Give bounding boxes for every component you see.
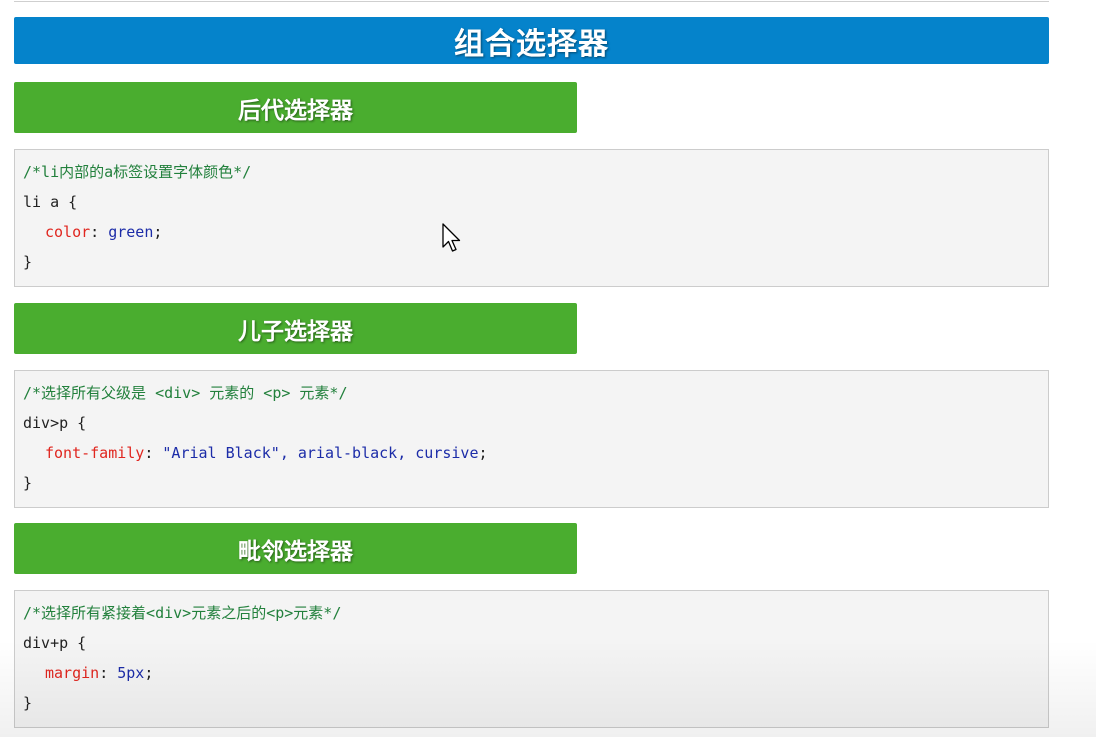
code-value: 5px <box>117 664 145 682</box>
code-property: color <box>45 223 91 241</box>
section-title-adjacent: 毗邻选择器 <box>14 523 577 574</box>
code-semicolon: ; <box>478 444 488 462</box>
code-comment: /*li内部的a标签设置字体颜色*/ <box>23 163 252 181</box>
main-title: 组合选择器 <box>14 17 1049 64</box>
code-value-rest: , arial-black, cursive <box>279 444 479 462</box>
code-property: margin <box>45 664 100 682</box>
code-close-brace: } <box>23 253 33 271</box>
code-selector: div>p { <box>23 414 87 432</box>
code-semicolon: ; <box>144 664 154 682</box>
code-declaration: margin: 5px; <box>23 661 1048 691</box>
mouse-pointer-icon <box>442 223 461 252</box>
code-close-brace: } <box>23 694 33 712</box>
code-comment: /*选择所有紧接着<div>元素之后的<p>元素*/ <box>23 604 342 622</box>
code-colon: : <box>144 444 163 462</box>
section-title-descendant: 后代选择器 <box>14 82 577 133</box>
code-value: green <box>108 223 154 241</box>
section-title-child: 儿子选择器 <box>14 303 577 354</box>
code-declaration: font-family: "Arial Black", arial-black,… <box>23 441 1048 471</box>
page: 组合选择器 后代选择器 /*li内部的a标签设置字体颜色*/ li a { co… <box>0 0 1096 737</box>
code-colon: : <box>99 664 118 682</box>
code-colon: : <box>90 223 109 241</box>
code-block-child: /*选择所有父级是 <div> 元素的 <p> 元素*/ div>p { fon… <box>14 370 1049 508</box>
code-value-string: "Arial Black" <box>162 444 280 462</box>
code-selector: li a { <box>23 193 78 211</box>
code-block-adjacent: /*选择所有紧接着<div>元素之后的<p>元素*/ div+p { margi… <box>14 590 1049 728</box>
code-semicolon: ; <box>153 223 163 241</box>
code-selector: div+p { <box>23 634 87 652</box>
code-close-brace: } <box>23 474 33 492</box>
top-divider <box>14 0 1049 2</box>
code-block-descendant: /*li内部的a标签设置字体颜色*/ li a { color: green; … <box>14 149 1049 287</box>
code-declaration: color: green; <box>23 220 1048 250</box>
code-comment: /*选择所有父级是 <div> 元素的 <p> 元素*/ <box>23 384 348 402</box>
code-property: font-family <box>45 444 145 462</box>
